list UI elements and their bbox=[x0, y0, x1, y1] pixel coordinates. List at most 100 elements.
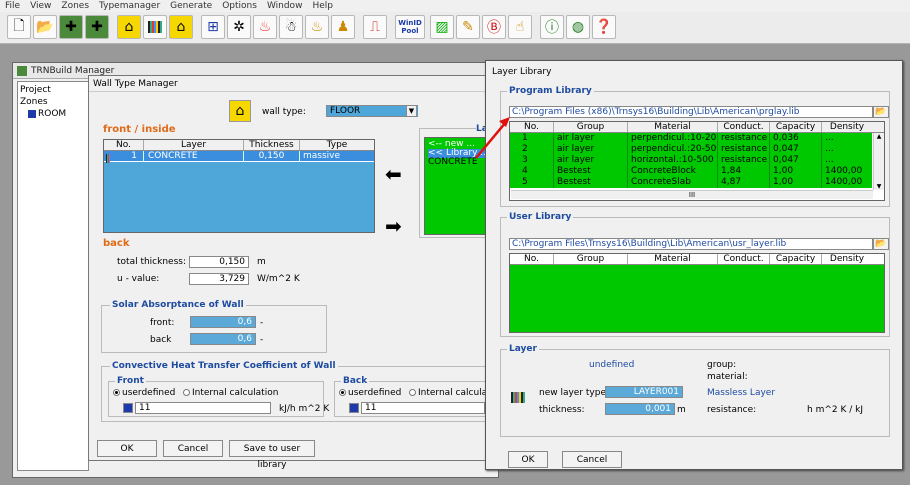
layer-heading: Layer bbox=[507, 344, 539, 354]
menu-generate[interactable]: Generate bbox=[165, 0, 217, 12]
room-icon bbox=[28, 109, 36, 118]
cell-material: ConcreteBlock bbox=[628, 166, 718, 177]
layer-stack-icon[interactable] bbox=[143, 15, 167, 39]
back-internal-label: Internal calculation bbox=[418, 388, 489, 398]
chart-icon[interactable]: ▨ bbox=[430, 15, 454, 39]
menu-typemanager[interactable]: Typemanager bbox=[94, 0, 165, 12]
help-book-icon[interactable]: ❓ bbox=[592, 15, 616, 39]
program-library-heading: Program Library bbox=[507, 86, 594, 96]
library-item-concrete[interactable]: CONCRETE bbox=[428, 158, 490, 167]
scroll-down-icon[interactable]: ▼ bbox=[874, 183, 884, 190]
menu-help[interactable]: Help bbox=[307, 0, 338, 12]
info-icon[interactable]: ⓘ bbox=[540, 15, 564, 39]
vertical-scrollbar[interactable]: ▲ ▼ bbox=[873, 133, 884, 190]
fan-icon[interactable]: ✲ bbox=[227, 15, 251, 39]
program-library-table[interactable]: No. Group Material Conduct. Capacity Den… bbox=[509, 121, 885, 201]
horizontal-scrollbar[interactable]: III bbox=[511, 190, 873, 199]
back-edit-icon[interactable] bbox=[349, 403, 359, 413]
menu-file[interactable]: File bbox=[0, 0, 25, 12]
back-heading: back bbox=[103, 238, 130, 249]
resistance-unit: h m^2 K / kJ bbox=[807, 405, 863, 415]
app-icon bbox=[17, 66, 27, 76]
front-userdefined-label: userdefined bbox=[122, 388, 176, 398]
cell-material: ConcreteSlab bbox=[628, 177, 718, 188]
arrow-left-icon[interactable]: ⬅ bbox=[385, 164, 402, 184]
fire-icon[interactable]: ♨ bbox=[253, 15, 277, 39]
roof-icon[interactable]: ⌂ bbox=[169, 15, 193, 39]
window-frame-icon[interactable]: ⊞ bbox=[201, 15, 225, 39]
scroll-up-icon[interactable]: ▲ bbox=[874, 133, 884, 140]
person-icon[interactable]: ♟ bbox=[331, 15, 355, 39]
user-library-table[interactable]: No. Group Material Conduct. Capacity Den… bbox=[509, 253, 885, 333]
building-tool-icon[interactable]: ✚ bbox=[59, 15, 83, 39]
wall-type-select[interactable]: FLOOR ▼ bbox=[326, 105, 418, 117]
thickness-label: thickness: bbox=[539, 405, 585, 415]
cell-conduct: resistance bbox=[718, 133, 770, 144]
solar-front-field[interactable]: 0,6 bbox=[190, 316, 256, 328]
windpool-button[interactable]: WinID Pool bbox=[395, 15, 425, 39]
cell-material: horizontal.:10-500 bbox=[628, 155, 718, 166]
front-convective-field[interactable]: 11 bbox=[135, 402, 271, 414]
table-row[interactable]: 1 air layer perpendicul.:10-20 resistance 0,… bbox=[510, 133, 872, 144]
thickness-field[interactable]: 0,001 bbox=[605, 403, 675, 415]
back-userdefined-radio[interactable]: userdefined bbox=[339, 388, 401, 398]
hand-icon[interactable]: ☝ bbox=[508, 15, 532, 39]
house-icon[interactable]: ⌂ bbox=[117, 15, 141, 39]
table-row[interactable]: 2 air layer perpendicul.:20-500 resistance 0… bbox=[510, 144, 872, 155]
lamp-icon[interactable]: ♨ bbox=[305, 15, 329, 39]
open-folder-icon[interactable]: 📂 bbox=[873, 106, 889, 118]
chevron-down-icon[interactable]: ▼ bbox=[406, 106, 416, 116]
table-row[interactable]: 5 Bestest ConcreteSlab 4,87 1,00 1400,00 bbox=[510, 177, 872, 188]
wizard-icon[interactable]: ✎ bbox=[456, 15, 480, 39]
cell-conduct: 1,84 bbox=[718, 166, 770, 177]
row-type: massive bbox=[303, 151, 341, 161]
schedule-icon[interactable]: ⎍ bbox=[363, 15, 387, 39]
layers-table[interactable]: No. Layer Thickness Type 1 CONCRETE 0,15… bbox=[103, 139, 375, 233]
back-internal-radio[interactable]: Internal calculation bbox=[409, 388, 489, 398]
solar-back-label: back bbox=[150, 335, 172, 345]
menu-options[interactable]: Options bbox=[217, 0, 262, 12]
library-cancel-button[interactable]: Cancel bbox=[562, 451, 622, 468]
globe-icon[interactable]: ◍ bbox=[566, 15, 590, 39]
tree-zones[interactable]: Zones bbox=[20, 96, 86, 108]
save-to-user-library-button[interactable]: Save to user library bbox=[229, 440, 315, 470]
table-row[interactable]: 4 Bestest ConcreteBlock 1,84 1,00 1400,00 bbox=[510, 166, 872, 177]
tree-project[interactable]: Project bbox=[20, 84, 86, 96]
convective-groupbox: Convective Heat Transfer Coefficient of … bbox=[101, 361, 490, 422]
new-file-icon[interactable]: 🗋 bbox=[7, 15, 31, 39]
col-material: Material bbox=[628, 254, 718, 264]
menu-window[interactable]: Window bbox=[262, 0, 308, 12]
menu-view[interactable]: View bbox=[25, 0, 56, 12]
table-row[interactable]: 3 air layer horizontal.:10-500 resistance 0,… bbox=[510, 155, 872, 166]
front-edit-icon[interactable] bbox=[123, 403, 133, 413]
front-userdefined-radio[interactable]: userdefined bbox=[113, 388, 175, 398]
cell-group: air layer bbox=[554, 144, 628, 155]
cell-capacity: 0,036 bbox=[770, 133, 822, 144]
arrow-right-icon[interactable]: ➡ bbox=[385, 216, 402, 236]
solar-front-unit: - bbox=[260, 318, 264, 328]
col-type: Type bbox=[326, 140, 348, 150]
scroll-thumb[interactable]: III bbox=[689, 191, 695, 199]
library-list[interactable]: <-- new ... << Library ... CONCRETE bbox=[424, 137, 494, 235]
book-b-icon[interactable]: Ⓑ bbox=[482, 15, 506, 39]
ok-button[interactable]: OK bbox=[97, 440, 157, 457]
tree-room-item[interactable]: ROOM bbox=[20, 108, 86, 120]
new-layer-type-field[interactable]: LAYER001 bbox=[605, 386, 683, 398]
col-capacity: Capacity bbox=[770, 254, 822, 264]
solar-back-field[interactable]: 0,6 bbox=[190, 333, 256, 345]
undefined-text: undefined bbox=[589, 360, 635, 370]
cell-no: 2 bbox=[510, 144, 554, 155]
snowman-icon[interactable]: ☃ bbox=[279, 15, 303, 39]
cell-density: ... bbox=[825, 144, 834, 154]
open-folder-icon[interactable]: 📂 bbox=[33, 15, 57, 39]
back-convective-field[interactable]: 11 bbox=[361, 402, 485, 414]
menu-zones[interactable]: Zones bbox=[56, 0, 94, 12]
front-internal-radio[interactable]: Internal calculation bbox=[183, 388, 278, 398]
building-tool-2-icon[interactable]: ✚ bbox=[85, 15, 109, 39]
table-row[interactable]: 1 CONCRETE 0,150 massive bbox=[104, 151, 374, 162]
cell-group: air layer bbox=[554, 155, 628, 166]
open-folder-icon[interactable]: 📂 bbox=[873, 238, 889, 250]
user-table-header: No. Group Material Conduct. Capacity Den… bbox=[510, 254, 884, 265]
library-ok-button[interactable]: OK bbox=[508, 451, 548, 468]
cancel-button[interactable]: Cancel bbox=[163, 440, 223, 457]
